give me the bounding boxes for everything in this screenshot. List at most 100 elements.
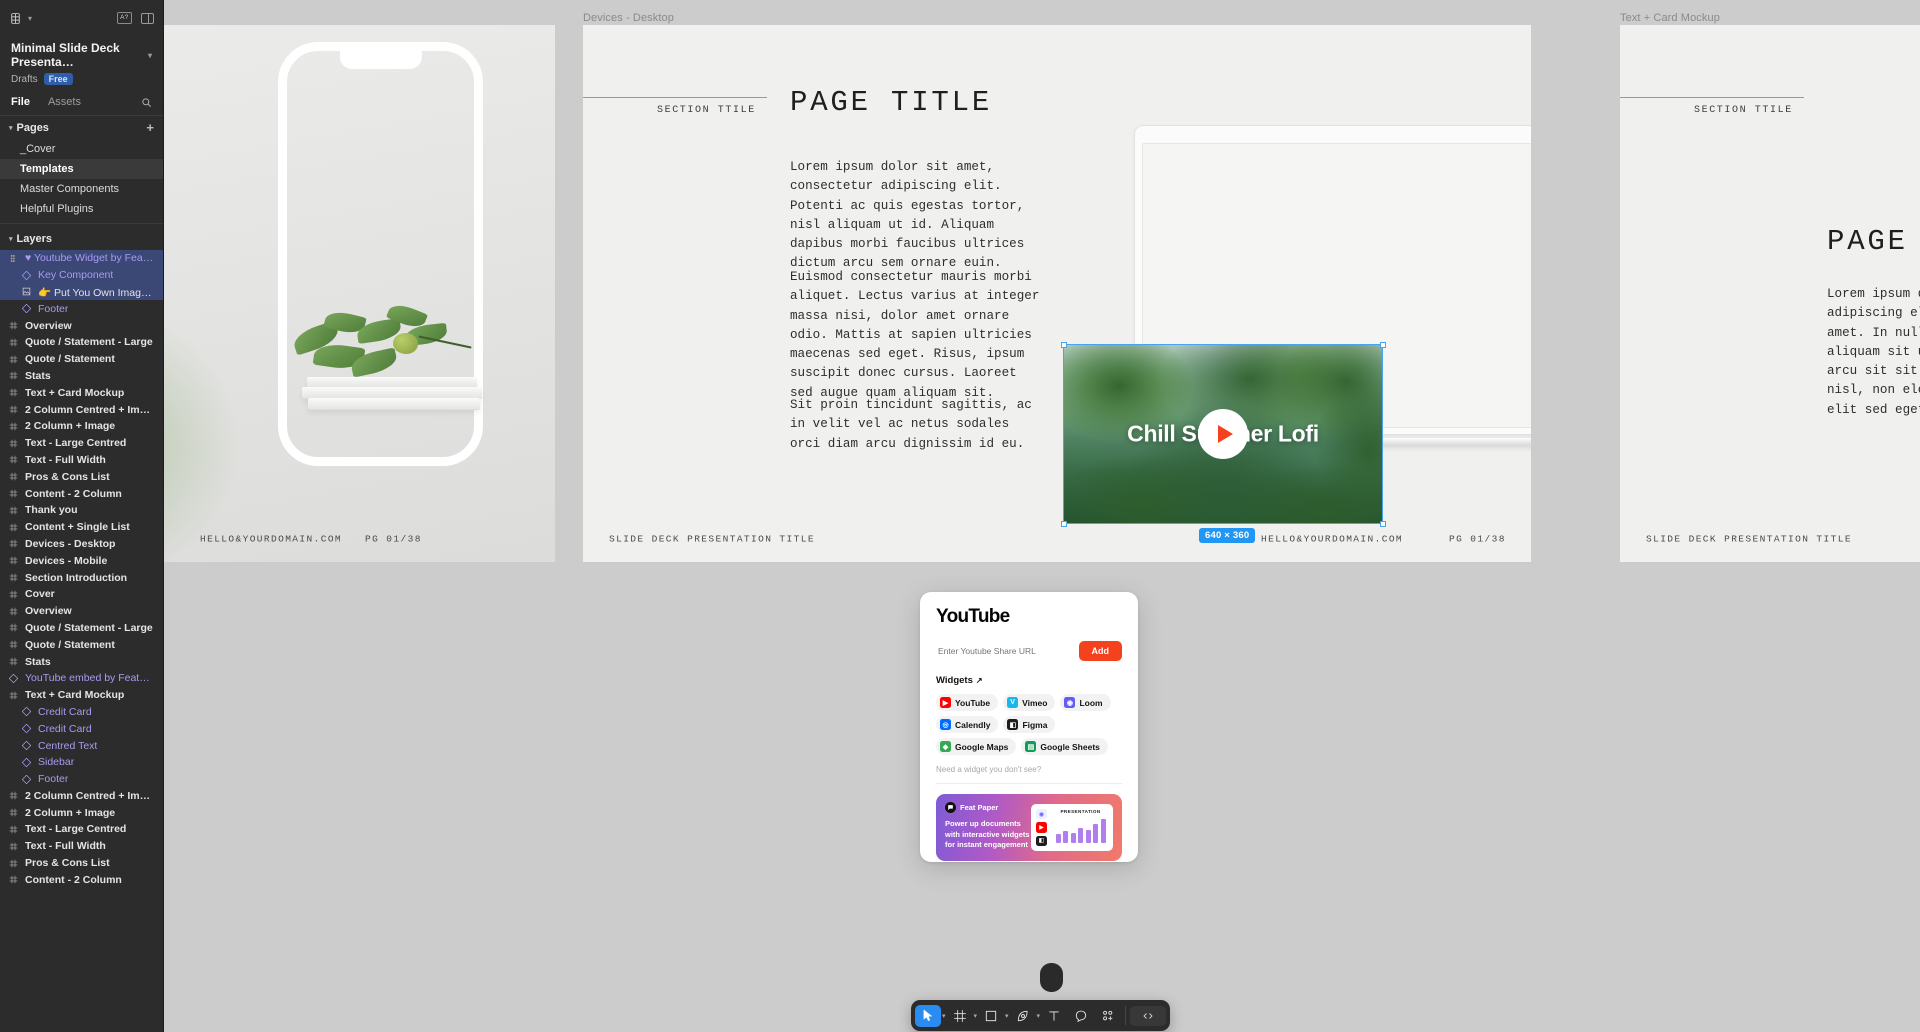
chevron-down-icon[interactable]: ▾	[28, 14, 32, 23]
pages-section-header[interactable]: ▾ Pages +	[0, 116, 163, 139]
file-name-row[interactable]: Minimal Slide Deck Presenta… ▾	[11, 41, 152, 69]
layer-item-text-card-mockup[interactable]: Text + Card Mockup	[0, 687, 163, 704]
search-icon[interactable]	[141, 97, 152, 108]
chevron-down-icon[interactable]: ▾	[9, 124, 13, 132]
layer-item-pros-cons-list[interactable]: Pros & Cons List	[0, 855, 163, 872]
page-item-templates[interactable]: Templates	[0, 159, 163, 179]
layer-item-quote-statement[interactable]: Quote / Statement	[0, 351, 163, 368]
chevron-down-icon[interactable]: ▾	[148, 51, 152, 60]
layer-item-2-column-image[interactable]: 2 Column + Image	[0, 804, 163, 821]
layer-item-label: Sidebar	[38, 756, 75, 769]
pen-tool-chevron-down-icon[interactable]: ▾	[1037, 1012, 1041, 1020]
youtube-url-input[interactable]	[936, 641, 1071, 661]
body-paragraph-3: Sit proin tincidunt sagittis, ac in veli…	[790, 398, 1032, 451]
layer-item-thank-you[interactable]: Thank you	[0, 502, 163, 519]
featpaper-promo-card[interactable]: Feat Paper Power up documents with inter…	[936, 794, 1122, 861]
layer-item-text-full-width[interactable]: Text - Full Width	[0, 838, 163, 855]
layer-item-overview[interactable]: Overview	[0, 317, 163, 334]
layer-item-cover[interactable]: Cover	[0, 586, 163, 603]
layer-item-text-large-centred[interactable]: Text - Large Centred	[0, 821, 163, 838]
frame-label-devices-desktop[interactable]: Devices - Desktop	[583, 12, 674, 24]
tab-assets[interactable]: Assets	[48, 96, 81, 108]
layer-item-label: Text + Card Mockup	[25, 689, 125, 702]
layer-item-youtube-widget-by-featpaper[interactable]: ♥ Youtube Widget by FeatPaper	[0, 250, 163, 267]
layer-item-youtube-embed-by-featpaper[interactable]: YouTube embed by FeatPaper	[0, 670, 163, 687]
layer-item-pros-cons-list[interactable]: Pros & Cons List	[0, 468, 163, 485]
layer-item-key-component[interactable]: Key Component	[0, 266, 163, 284]
page-item-master-components[interactable]: Master Components	[0, 179, 163, 199]
layer-item-text-full-width[interactable]: Text - Full Width	[0, 452, 163, 469]
layer-item-put-you-own-image[interactable]: 👉 Put You Own Image 👈	[0, 283, 163, 301]
layer-item-centred-text[interactable]: Centred Text	[0, 737, 163, 754]
layer-item-2-column-centred-image[interactable]: 2 Column Centred + Image	[0, 788, 163, 805]
widget-chip-youtube[interactable]: ▶ YouTube	[936, 694, 999, 711]
pen-tool-button[interactable]	[1010, 1005, 1036, 1027]
layer-item-quote-statement[interactable]: Quote / Statement	[0, 636, 163, 653]
widgets-subheading[interactable]: Widgets ↗	[936, 675, 1122, 686]
design-canvas[interactable]: Devices - Desktop Text + Card Mockup HEL…	[0, 0, 1920, 1032]
bottom-toolbar[interactable]: ▾ ▾ ▾ ▾	[911, 1000, 1171, 1031]
widget-request-note[interactable]: Need a widget you don't see?	[936, 765, 1122, 774]
plan-badge[interactable]: Free	[43, 73, 73, 85]
promo-card-icons: ◉ ▶ ◧	[1036, 809, 1050, 846]
layer-item-text-large-centred[interactable]: Text - Large Centred	[0, 435, 163, 452]
tab-file[interactable]: File	[11, 96, 30, 108]
slide-text-card-mockup[interactable]: SECTION TTILE PAGE TI Lorem ipsum d adip…	[1620, 25, 1920, 562]
page-item-cover[interactable]: _Cover	[0, 139, 163, 159]
frame-tool-chevron-down-icon[interactable]: ▾	[974, 1012, 978, 1020]
shape-tool-button[interactable]	[978, 1005, 1004, 1027]
add-widget-button[interactable]: Add	[1078, 641, 1122, 661]
widget-chip-loom[interactable]: ◉ Loom	[1060, 694, 1111, 711]
drafts-label[interactable]: Drafts	[11, 74, 38, 85]
layer-item-quote-statement-large[interactable]: Quote / Statement - Large	[0, 620, 163, 637]
annotations-icon[interactable]: A?	[116, 12, 132, 24]
frame-label-text-card-mockup[interactable]: Text + Card Mockup	[1620, 12, 1720, 24]
page-item-helpful-plugins[interactable]: Helpful Plugins	[0, 199, 163, 219]
actions-tool-button[interactable]	[1095, 1005, 1121, 1027]
layer-item-section-introduction[interactable]: Section Introduction	[0, 569, 163, 586]
section-title: SECTION TTILE	[1694, 105, 1793, 116]
layer-item-stats[interactable]: Stats	[0, 653, 163, 670]
widget-chip-vimeo[interactable]: V Vimeo	[1003, 694, 1056, 711]
widget-chip-calendly[interactable]: ◎ Calendly	[936, 716, 999, 733]
layer-item-footer[interactable]: Footer	[0, 300, 163, 317]
layer-item-content-single-list[interactable]: Content + Single List	[0, 519, 163, 536]
slide-devices-desktop[interactable]: SECTION TTILE PAGE TITLE Lorem ipsum dol…	[583, 25, 1531, 562]
layer-item-2-column-image[interactable]: 2 Column + Image	[0, 418, 163, 435]
dev-mode-toggle[interactable]	[1130, 1005, 1167, 1026]
frame-tool-button[interactable]	[947, 1005, 973, 1027]
layer-item-overview[interactable]: Overview	[0, 603, 163, 620]
text-tool-button[interactable]	[1041, 1005, 1067, 1027]
left-sidebar[interactable]: ▾ A? Minimal Slide Deck Presenta… ▾ Draf…	[0, 0, 164, 1032]
layer-item-label: ♥ Youtube Widget by FeatPaper	[25, 252, 155, 265]
layer-item-credit-card[interactable]: Credit Card	[0, 704, 163, 721]
widget-chip-google-sheets[interactable]: ▤ Google Sheets	[1021, 738, 1108, 755]
layer-item-credit-card[interactable]: Credit Card	[0, 720, 163, 737]
play-button-icon[interactable]	[1198, 409, 1248, 459]
layer-item-devices-desktop[interactable]: Devices - Desktop	[0, 536, 163, 553]
shape-tool-chevron-down-icon[interactable]: ▾	[1005, 1012, 1009, 1020]
move-tool-chevron-down-icon[interactable]: ▾	[942, 1012, 946, 1020]
layer-item-text-card-mockup[interactable]: Text + Card Mockup	[0, 384, 163, 401]
layer-item-sidebar[interactable]: Sidebar	[0, 754, 163, 771]
comment-tool-button[interactable]	[1068, 1005, 1094, 1027]
layer-item-content-2-column[interactable]: Content - 2 Column	[0, 871, 163, 888]
layer-item-footer[interactable]: Footer	[0, 771, 163, 788]
youtube-widget-popup[interactable]: YouTube Add Widgets ↗ ▶YouTubeVVimeo◉Loo…	[920, 592, 1138, 862]
layer-item-quote-statement-large[interactable]: Quote / Statement - Large	[0, 334, 163, 351]
widget-chip-figma[interactable]: ◧ Figma	[1003, 716, 1056, 733]
move-tool-button[interactable]	[915, 1004, 941, 1027]
figma-menu-icon[interactable]	[9, 12, 22, 25]
layer-item-stats[interactable]: Stats	[0, 368, 163, 385]
add-page-icon[interactable]: +	[146, 121, 154, 134]
widget-chip-label: Google Sheets	[1040, 741, 1100, 752]
widget-chip-google-maps[interactable]: ◆ Google Maps	[936, 738, 1017, 755]
component-instance-icon	[21, 304, 32, 314]
layer-item-content-2-column[interactable]: Content - 2 Column	[0, 485, 163, 502]
layer-item-devices-mobile[interactable]: Devices - Mobile	[0, 552, 163, 569]
toggle-right-panel-icon[interactable]	[141, 12, 154, 24]
youtube-embed-thumbnail[interactable]: Chill Summer Lofi	[1064, 345, 1382, 523]
chevron-down-icon[interactable]: ▾	[9, 235, 13, 243]
layer-item-2-column-centred-image[interactable]: 2 Column Centred + Image	[0, 401, 163, 418]
layers-section-header[interactable]: ▾ Layers	[0, 228, 163, 250]
